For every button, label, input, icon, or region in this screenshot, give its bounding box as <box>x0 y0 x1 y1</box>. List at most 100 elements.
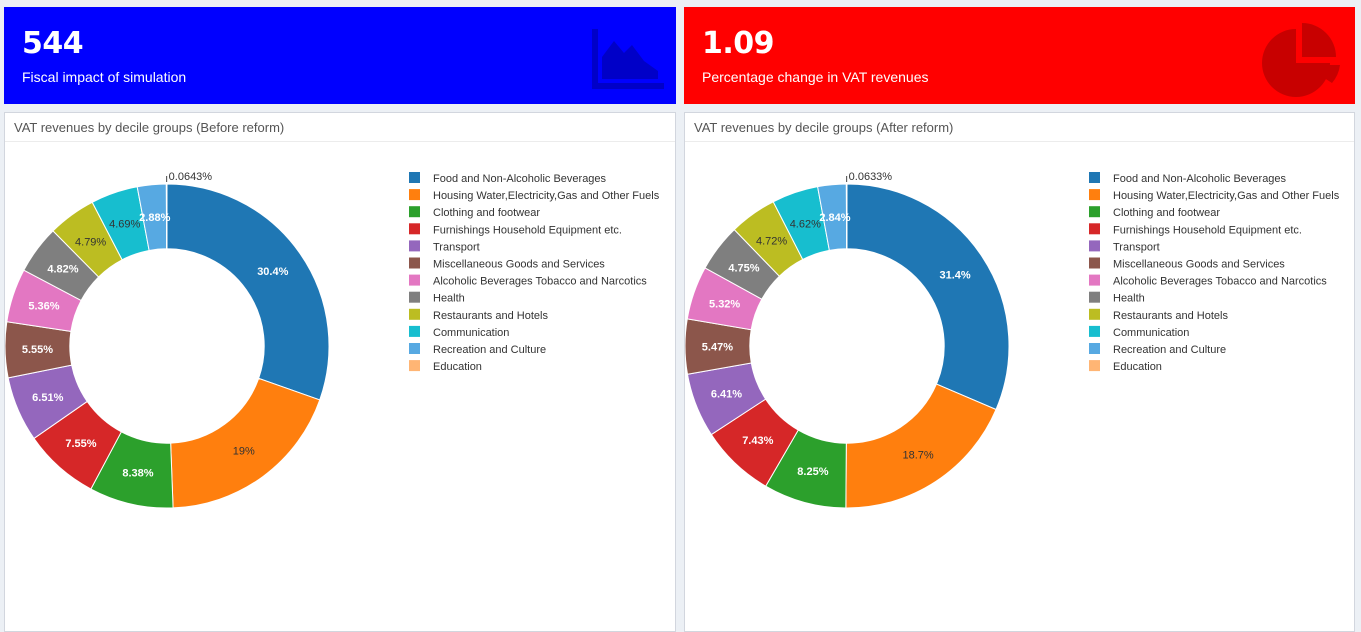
legend-label: Recreation and Culture <box>1113 344 1226 356</box>
legend-swatch <box>409 189 420 200</box>
chart-panel-after: VAT revenues by decile groups (After ref… <box>684 112 1355 632</box>
slice-education[interactable] <box>166 184 167 249</box>
slice-food-and-non-alcoholic-beverages[interactable] <box>847 184 1009 409</box>
legend-item-alcoholic-beverages-tobacco-and-narcotics[interactable]: Alcoholic Beverages Tobacco and Narcotic… <box>409 275 647 288</box>
legend-label: Housing Water,Electricity,Gas and Other … <box>433 190 660 202</box>
legend-label: Transport <box>433 241 480 253</box>
legend-label: Health <box>1113 293 1145 305</box>
kpi-value: 1.09 <box>702 26 774 61</box>
slice-label: 7.55% <box>65 438 96 450</box>
legend-item-furnishings-household-equipment-etc[interactable]: Furnishings Household Equipment etc. <box>1089 223 1302 236</box>
legend-label: Education <box>433 361 482 373</box>
legend-swatch <box>409 223 420 234</box>
slice-housing-water-electricity-gas-and-other-fuels[interactable] <box>846 384 996 508</box>
legend-swatch <box>409 360 420 371</box>
legend-swatch <box>409 240 420 251</box>
legend-item-miscellaneous-goods-and-services[interactable]: Miscellaneous Goods and Services <box>1089 258 1285 271</box>
legend-item-recreation-and-culture[interactable]: Recreation and Culture <box>1089 343 1226 356</box>
slice-label: 0.0643% <box>169 171 213 183</box>
legend-item-housing-water-electricity-gas-and-other-fuels[interactable]: Housing Water,Electricity,Gas and Other … <box>409 189 660 202</box>
legend-label: Education <box>1113 361 1162 373</box>
legend-label: Communication <box>1113 327 1189 339</box>
legend-label: Transport <box>1113 241 1160 253</box>
area-chart-icon <box>588 27 668 93</box>
slice-label: 0.0633% <box>849 171 893 183</box>
legend-label: Miscellaneous Goods and Services <box>433 259 605 271</box>
slice-label: 30.4% <box>257 266 288 278</box>
legend-label: Food and Non-Alcoholic Beverages <box>1113 173 1287 185</box>
legend-item-clothing-and-footwear[interactable]: Clothing and footwear <box>409 206 540 219</box>
legend-label: Communication <box>433 327 509 339</box>
kpi-vat-change: 1.09 Percentage change in VAT revenues <box>684 7 1355 104</box>
legend-item-housing-water-electricity-gas-and-other-fuels[interactable]: Housing Water,Electricity,Gas and Other … <box>1089 189 1340 202</box>
donut-chart-after: 31.4% 18.7% 8.25% 7.43% 6.41% 5.47% 5.32% 4.75%… <box>685 141 1355 631</box>
legend-label: Clothing and footwear <box>1113 207 1220 219</box>
panel-title: VAT revenues by decile groups (Before re… <box>5 113 675 142</box>
legend-swatch <box>1089 292 1100 303</box>
legend-item-furnishings-household-equipment-etc[interactable]: Furnishings Household Equipment etc. <box>409 223 622 236</box>
legend-item-clothing-and-footwear[interactable]: Clothing and footwear <box>1089 206 1220 219</box>
legend-label: Alcoholic Beverages Tobacco and Narcotic… <box>433 276 647 288</box>
legend-item-transport[interactable]: Transport <box>409 240 480 253</box>
slice-label: 4.75% <box>728 262 759 274</box>
donut-chart-before: 30.4%19%8.38%7.55%6.51%5.55%5.36%4.82%4.… <box>5 141 675 631</box>
legend-label: Clothing and footwear <box>433 207 540 219</box>
legend-swatch <box>409 172 420 183</box>
legend-label: Alcoholic Beverages Tobacco and Narcotic… <box>1113 276 1327 288</box>
slice-food-and-non-alcoholic-beverages[interactable] <box>167 184 329 400</box>
legend-label: Food and Non-Alcoholic Beverages <box>433 173 607 185</box>
slice-label: 31.4% <box>940 270 971 282</box>
slice-label: 5.47% <box>702 341 733 353</box>
legend-item-food-and-non-alcoholic-beverages[interactable]: Food and Non-Alcoholic Beverages <box>1089 172 1287 185</box>
panel-title: VAT revenues by decile groups (After ref… <box>685 113 1354 142</box>
slice-label: 5.32% <box>709 298 740 310</box>
slice-label: 7.43% <box>742 435 773 447</box>
legend-label: Miscellaneous Goods and Services <box>1113 259 1285 271</box>
legend-swatch <box>409 343 420 354</box>
slice-label: 4.69% <box>109 218 140 230</box>
legend-item-restaurants-and-hotels[interactable]: Restaurants and Hotels <box>409 309 548 322</box>
legend-label: Furnishings Household Equipment etc. <box>1113 224 1302 236</box>
legend-swatch <box>1089 258 1100 269</box>
kpi-fiscal-impact: 544 Fiscal impact of simulation <box>4 7 676 104</box>
legend-label: Furnishings Household Equipment etc. <box>433 224 622 236</box>
legend-item-education[interactable]: Education <box>1089 360 1162 373</box>
legend-item-alcoholic-beverages-tobacco-and-narcotics[interactable]: Alcoholic Beverages Tobacco and Narcotic… <box>1089 275 1327 288</box>
legend-swatch <box>409 292 420 303</box>
legend-swatch <box>1089 240 1100 251</box>
slice-label: 2.88% <box>139 212 170 224</box>
kpi-value: 544 <box>22 26 83 61</box>
legend-swatch <box>1089 206 1100 217</box>
legend-item-restaurants-and-hotels[interactable]: Restaurants and Hotels <box>1089 309 1228 322</box>
slice-label: 4.72% <box>756 236 787 248</box>
legend-item-communication[interactable]: Communication <box>1089 326 1189 339</box>
kpi-label: Percentage change in VAT revenues <box>702 69 928 85</box>
legend-swatch <box>1089 275 1100 286</box>
slice-label: 4.82% <box>47 264 78 276</box>
legend-item-health[interactable]: Health <box>1089 292 1145 305</box>
slice-label: 8.38% <box>122 467 153 479</box>
legend-swatch <box>409 275 420 286</box>
kpi-label: Fiscal impact of simulation <box>22 69 186 85</box>
legend-swatch <box>1089 360 1100 371</box>
legend-label: Health <box>433 293 465 305</box>
legend-item-transport[interactable]: Transport <box>1089 240 1160 253</box>
slice-housing-water-electricity-gas-and-other-fuels[interactable] <box>171 378 320 508</box>
legend-swatch <box>409 258 420 269</box>
slice-label: 18.7% <box>902 449 933 461</box>
legend-label: Restaurants and Hotels <box>433 310 548 322</box>
slice-label: 6.41% <box>711 389 742 401</box>
legend-item-health[interactable]: Health <box>409 292 465 305</box>
legend-item-communication[interactable]: Communication <box>409 326 509 339</box>
slice-label: 8.25% <box>797 466 828 478</box>
slice-label: 5.55% <box>22 344 53 356</box>
legend-item-education[interactable]: Education <box>409 360 482 373</box>
pie-chart-icon <box>1258 21 1344 97</box>
slice-education[interactable] <box>846 184 847 249</box>
slice-label: 4.62% <box>790 218 821 230</box>
legend-swatch <box>409 309 420 320</box>
legend-item-food-and-non-alcoholic-beverages[interactable]: Food and Non-Alcoholic Beverages <box>409 172 607 185</box>
legend-item-recreation-and-culture[interactable]: Recreation and Culture <box>409 343 546 356</box>
slice-label: 4.79% <box>75 236 106 248</box>
legend-item-miscellaneous-goods-and-services[interactable]: Miscellaneous Goods and Services <box>409 258 605 271</box>
